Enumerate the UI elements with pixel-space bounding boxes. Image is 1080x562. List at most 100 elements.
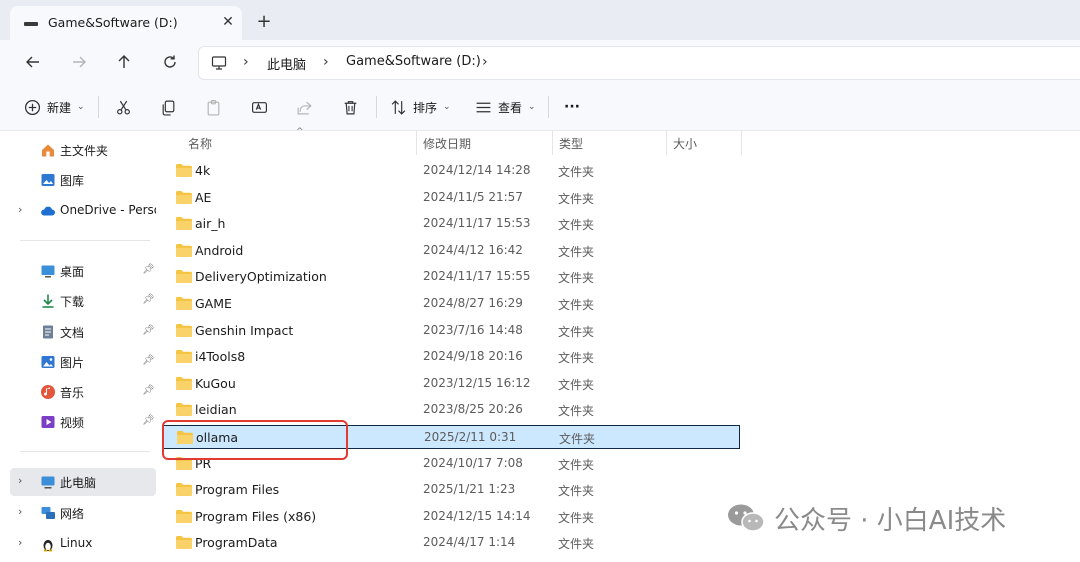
file-name: air_h xyxy=(195,216,226,232)
sidebar-item-pictures[interactable]: 图片 📌︎ xyxy=(10,348,156,376)
refresh-button[interactable] xyxy=(157,50,183,74)
file-name: i4Tools8 xyxy=(195,349,246,365)
arrow-left-icon xyxy=(26,56,39,68)
sidebar-item-music[interactable]: 音乐 📌︎ xyxy=(10,378,156,406)
new-tab-button[interactable]: + xyxy=(253,11,275,33)
folder-icon xyxy=(176,217,192,231)
share-icon xyxy=(297,101,312,114)
file-type: 文件夹 xyxy=(558,351,595,366)
up-button[interactable] xyxy=(111,50,137,74)
pin-icon[interactable]: 📌︎ xyxy=(142,415,155,426)
column-divider[interactable] xyxy=(416,131,417,155)
sidebar-item-onedrive[interactable]: › OneDrive - Perso xyxy=(10,197,156,225)
file-row[interactable]: DeliveryOptimization 2024/11/17 15:55 文件夹 xyxy=(162,265,740,289)
gallery-icon xyxy=(41,174,55,186)
back-button[interactable] xyxy=(20,50,46,74)
watermark-text: 公众号 · 小白AI技术 xyxy=(774,505,1007,536)
sidebar-item-this-pc[interactable]: › 此电脑 xyxy=(10,468,156,496)
file-list: ^ 名称 修改日期 类型 大小 4k 2024/12/14 14:28 文件夹 AE 2… xyxy=(158,127,1080,562)
folder-icon xyxy=(176,190,192,204)
new-button[interactable]: 新建 ⌄ xyxy=(24,95,85,119)
more-options-button[interactable]: ··· xyxy=(564,95,580,119)
pictures-icon xyxy=(41,356,55,368)
file-row[interactable]: GAME 2024/8/27 16:29 文件夹 xyxy=(162,292,740,316)
pin-icon[interactable]: 📌︎ xyxy=(142,264,155,275)
breadcrumb-this-pc[interactable]: 此电脑 xyxy=(267,54,306,73)
sidebar-item-desktop[interactable]: 桌面 📌︎ xyxy=(10,257,156,285)
column-header-type[interactable]: 类型 xyxy=(559,135,583,152)
paste-button[interactable] xyxy=(205,95,222,119)
folder-icon xyxy=(176,270,192,284)
column-header-name[interactable]: 名称 xyxy=(188,135,212,152)
sort-button[interactable]: 排序 ⌄ xyxy=(390,95,451,119)
file-name: Genshin Impact xyxy=(195,322,294,338)
pin-icon[interactable]: 📌︎ xyxy=(142,294,155,305)
chevron-right-icon: › xyxy=(18,203,23,216)
home-icon xyxy=(42,144,54,157)
column-header-size[interactable]: 大小 xyxy=(673,135,697,152)
sidebar-item-network[interactable]: › 网络 xyxy=(10,499,156,527)
pin-icon[interactable]: 📌︎ xyxy=(142,355,155,366)
pin-icon[interactable]: 📌︎ xyxy=(142,385,155,396)
file-row[interactable]: AE 2024/11/5 21:57 文件夹 xyxy=(162,186,740,210)
file-type: 文件夹 xyxy=(558,244,595,259)
plus-circle-icon xyxy=(24,99,41,115)
tab-close-button[interactable]: ✕ xyxy=(218,12,238,32)
view-button[interactable]: 查看 ⌄ xyxy=(475,95,536,119)
delete-button[interactable] xyxy=(342,95,359,119)
folder-icon xyxy=(176,483,192,497)
file-row[interactable]: air_h 2024/11/17 15:53 文件夹 xyxy=(162,212,740,236)
cut-button[interactable] xyxy=(115,95,132,119)
file-row[interactable]: 4k 2024/12/14 14:28 文件夹 xyxy=(162,159,740,183)
sidebar-item-label: 此电脑 xyxy=(60,476,97,490)
file-modified-date: 2024/12/14 14:28 xyxy=(423,163,531,177)
file-modified-date: 2024/12/15 14:14 xyxy=(423,508,531,523)
breadcrumb-drive[interactable]: Game&Software (D:) xyxy=(346,54,481,69)
folder-icon xyxy=(176,376,192,390)
chevron-right-icon: › xyxy=(18,536,23,549)
sidebar-item-label: Linux xyxy=(60,536,93,550)
view-label: 查看 xyxy=(498,100,523,115)
file-row[interactable]: i4Tools8 2024/9/18 20:16 文件夹 xyxy=(162,345,740,369)
file-type: 文件夹 xyxy=(558,324,595,339)
file-row[interactable]: Android 2024/4/12 16:42 文件夹 xyxy=(162,239,740,263)
file-type: 文件夹 xyxy=(558,510,595,525)
file-row[interactable]: Program Files (x86) 2024/12/15 14:14 文件夹 xyxy=(162,505,740,529)
file-modified-date: 2023/8/25 20:26 xyxy=(423,402,523,417)
sidebar-item-label: 网络 xyxy=(60,507,85,521)
file-row[interactable]: Program Files 2025/1/21 1:23 文件夹 xyxy=(162,478,740,502)
sidebar-item-videos[interactable]: 视频 📌︎ xyxy=(10,408,156,436)
file-type: 文件夹 xyxy=(558,537,595,552)
breadcrumb-separator: › xyxy=(482,54,488,70)
network-icon xyxy=(41,507,55,519)
tab-drive[interactable]: Game&Software (D:) ✕ xyxy=(10,6,242,40)
forward-button[interactable] xyxy=(66,50,92,74)
file-name: AE xyxy=(195,189,212,205)
file-row[interactable]: Genshin Impact 2023/7/16 14:48 文件夹 xyxy=(162,319,740,343)
file-row[interactable]: KuGou 2023/12/15 16:12 文件夹 xyxy=(162,372,740,396)
clipboard-icon xyxy=(207,99,220,116)
column-header-modified[interactable]: 修改日期 xyxy=(423,135,471,152)
sidebar-item-linux[interactable]: › Linux xyxy=(10,530,156,558)
file-row[interactable]: ProgramData 2024/4/17 1:14 文件夹 xyxy=(162,531,740,555)
pin-icon[interactable]: 📌︎ xyxy=(142,325,155,336)
folder-icon xyxy=(176,297,192,310)
address-bar[interactable]: › 此电脑 › Game&Software (D:) › xyxy=(198,46,1080,80)
file-row[interactable]: leidian 2023/8/25 20:26 文件夹 xyxy=(162,398,740,422)
sidebar-item-documents[interactable]: 文档 📌︎ xyxy=(10,318,156,346)
folder-icon xyxy=(176,323,192,337)
column-divider[interactable] xyxy=(666,131,667,155)
file-type: 文件夹 xyxy=(558,377,595,392)
copy-button[interactable] xyxy=(160,95,177,119)
share-button[interactable] xyxy=(296,95,313,119)
file-modified-date: 2025/1/21 1:23 xyxy=(423,482,516,497)
rename-button[interactable] xyxy=(251,95,268,119)
chevron-right-icon: › xyxy=(18,505,23,518)
sidebar-item-home[interactable]: 主文件夹 xyxy=(10,136,156,164)
chevron-down-icon: ⌄ xyxy=(443,102,451,112)
column-divider[interactable] xyxy=(741,131,742,155)
file-modified-date: 2023/7/16 14:48 xyxy=(423,322,523,337)
sidebar-item-gallery[interactable]: 图库 xyxy=(10,166,156,194)
column-divider[interactable] xyxy=(552,131,553,155)
sidebar-item-downloads[interactable]: 下载 📌︎ xyxy=(10,287,156,315)
